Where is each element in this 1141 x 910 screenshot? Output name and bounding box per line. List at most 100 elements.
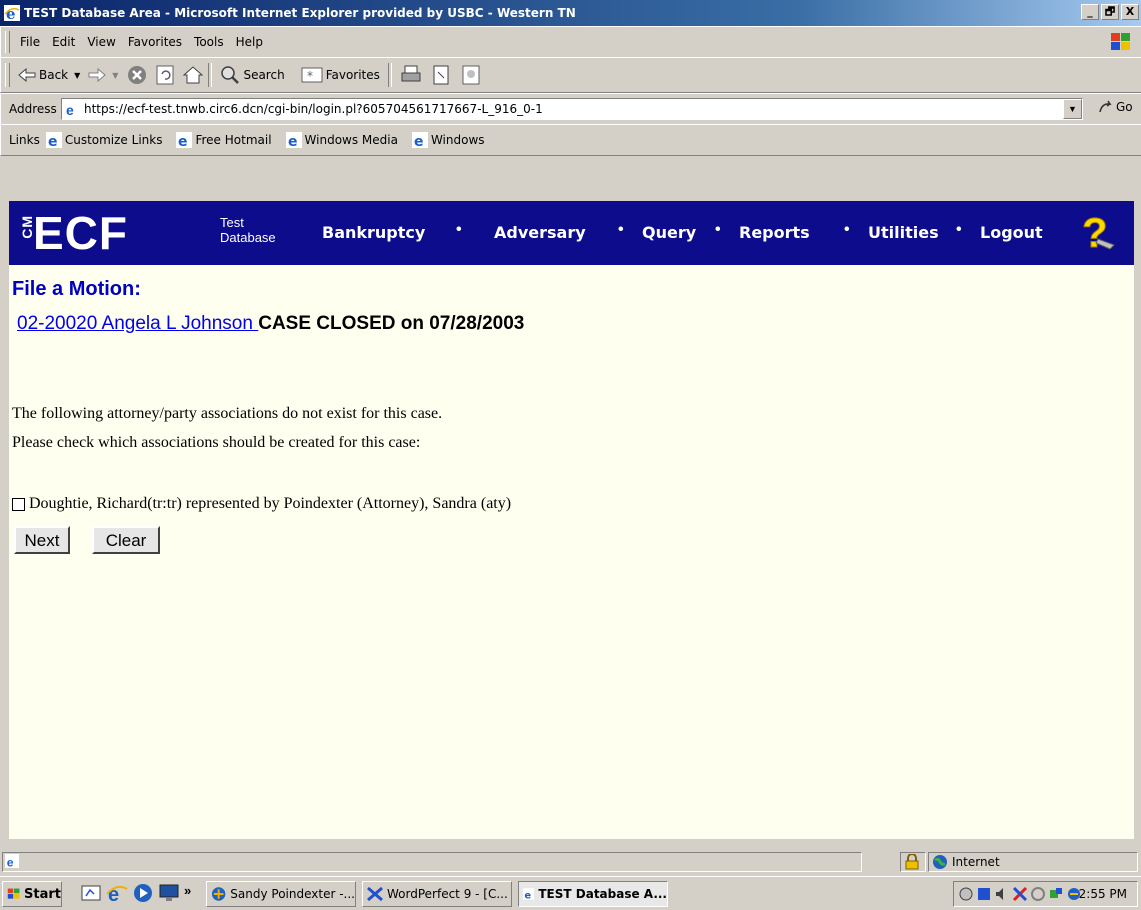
toolbar-separator [387,63,392,87]
menu-grip [5,31,10,53]
show-desktop-icon[interactable] [80,882,102,904]
globe-icon [933,855,947,869]
window-frame [0,156,9,840]
page-content [9,201,1134,839]
task-label: Sandy Poindexter -... [230,887,355,901]
menu-favorites[interactable]: Favorites [124,35,190,49]
title-bar: e TEST Database Area - Microsoft Interne… [0,0,1141,26]
test-database-label: Test Database [220,215,276,245]
case-status: CASE CLOSED on 07/28/2003 [258,313,525,334]
close-button[interactable]: X [1121,4,1139,20]
maximize-button[interactable]: 🗗 [1101,4,1119,20]
menu-edit[interactable]: Edit [48,35,83,49]
link-customize-links[interactable]: e Customize Links [45,132,163,148]
ecf-logo-text: ECF [33,207,128,259]
link-label: Customize Links [64,133,163,147]
security-zone-pane: Internet [928,852,1138,872]
network-tray-icon[interactable] [958,886,974,902]
toolbar-separator [208,63,213,87]
ecf-logo-prefix: CM [19,215,35,239]
messenger-tray-icon[interactable] [976,886,992,902]
favorites-label: Favorites [325,68,380,82]
svg-text:e: e [6,5,16,21]
quicklaunch-more-chevron[interactable]: » [184,883,191,898]
task-test-database[interactable]: e TEST Database A... [518,881,668,907]
task-label: TEST Database A... [538,887,667,901]
nav-utilities[interactable]: Utilities [868,223,939,242]
ecf-navigation-bar: CM ECF Test Database Bankruptcy • Advers… [9,201,1134,265]
help-icon[interactable]: ? [1080,209,1116,255]
nav-reports[interactable]: Reports [739,223,810,242]
sync-tray-icon[interactable] [1030,886,1046,902]
ie-page-icon: e [176,132,193,148]
nav-logout[interactable]: Logout [980,223,1043,242]
lock-icon[interactable] [904,853,920,870]
go-button[interactable]: Go [1098,100,1133,114]
ie-page-icon: e [285,132,302,148]
association-checkbox[interactable] [12,497,25,511]
nav-bankruptcy[interactable]: Bankruptcy [322,223,425,242]
ie-quicklaunch-icon[interactable]: e [106,882,128,904]
address-label: Address [9,102,57,116]
svg-text:e: e [414,134,424,148]
security-pane [900,852,926,872]
home-icon[interactable] [182,64,204,86]
start-button[interactable]: Start [2,881,62,907]
link-windows-media[interactable]: e Windows Media [285,132,398,148]
link-free-hotmail[interactable]: e Free Hotmail [176,132,272,148]
next-button[interactable]: Next [14,526,70,554]
link-label: Windows [430,133,485,147]
print-icon[interactable] [400,64,422,86]
nav-separator: • [456,221,462,238]
clear-button[interactable]: Clear [92,526,160,554]
start-label: Start [24,886,61,902]
volume-tray-icon[interactable] [994,886,1010,902]
search-button[interactable]: Search [216,65,288,85]
links-bar: Links e Customize Links e Free Hotmail e… [0,124,1141,156]
desktop-monitor-icon[interactable] [158,882,180,904]
instruction-line-1: The following attorney/party association… [12,405,443,422]
nav-adversary[interactable]: Adversary [494,223,586,242]
ie-page-icon: e [45,132,62,148]
nav-query[interactable]: Query [642,223,696,242]
link-windows[interactable]: e Windows [411,132,485,148]
case-line: 02-20020 Angela L Johnson CASE CLOSED on… [17,313,524,335]
nav-separator: • [956,221,962,238]
back-dropdown-icon[interactable]: ▼ [74,71,80,80]
antivirus-tray-icon[interactable] [1012,886,1028,902]
svg-text:?: ? [1082,209,1108,255]
case-link[interactable]: 02-20020 Angela L Johnson [17,313,258,334]
svg-text:e: e [524,890,531,901]
address-dropdown-icon[interactable]: ▼ [1063,99,1082,119]
menu-help[interactable]: Help [232,35,271,49]
stop-icon[interactable] [126,64,148,86]
task-wordperfect[interactable]: WordPerfect 9 - [C... [362,881,512,907]
task-sandy-poindexter[interactable]: Sandy Poindexter -... [206,881,356,907]
messenger-icon[interactable] [460,64,482,86]
svg-text:e: e [178,134,188,148]
database-label: Database [220,230,276,245]
taskbar: Start e » Sandy Poindexter -... WordPerf… [0,876,1141,910]
back-button[interactable]: Back ▼ [14,68,84,82]
menu-file[interactable]: File [16,35,48,49]
menu-view[interactable]: View [83,35,123,49]
link-label: Free Hotmail [195,133,272,147]
favorites-button[interactable]: * Favorites [297,66,384,84]
forward-arrow-icon [88,68,107,82]
menu-bar: File Edit View Favorites Tools Help [0,26,1141,58]
minimize-button[interactable]: _ [1081,4,1099,20]
instruction-line-2: Please check which associations should b… [12,434,421,451]
forward-dropdown-icon[interactable]: ▼ [112,71,118,80]
media-player-icon[interactable] [132,882,154,904]
clock: 2:55 PM [1078,887,1127,901]
refresh-icon[interactable] [154,64,176,86]
menu-tools[interactable]: Tools [190,35,232,49]
address-url[interactable]: https://ecf-test.tnwb.circ6.dcn/cgi-bin/… [84,102,543,116]
forward-button[interactable]: ▼ [84,68,122,82]
go-label: Go [1116,100,1133,114]
edit-page-icon[interactable] [430,64,452,86]
address-input[interactable]: e https://ecf-test.tnwb.circ6.dcn/cgi-bi… [61,98,1083,120]
address-bar: Address e https://ecf-test.tnwb.circ6.dc… [0,93,1141,125]
connection-tray-icon[interactable] [1048,886,1064,902]
status-bar: e Internet [0,844,1141,876]
